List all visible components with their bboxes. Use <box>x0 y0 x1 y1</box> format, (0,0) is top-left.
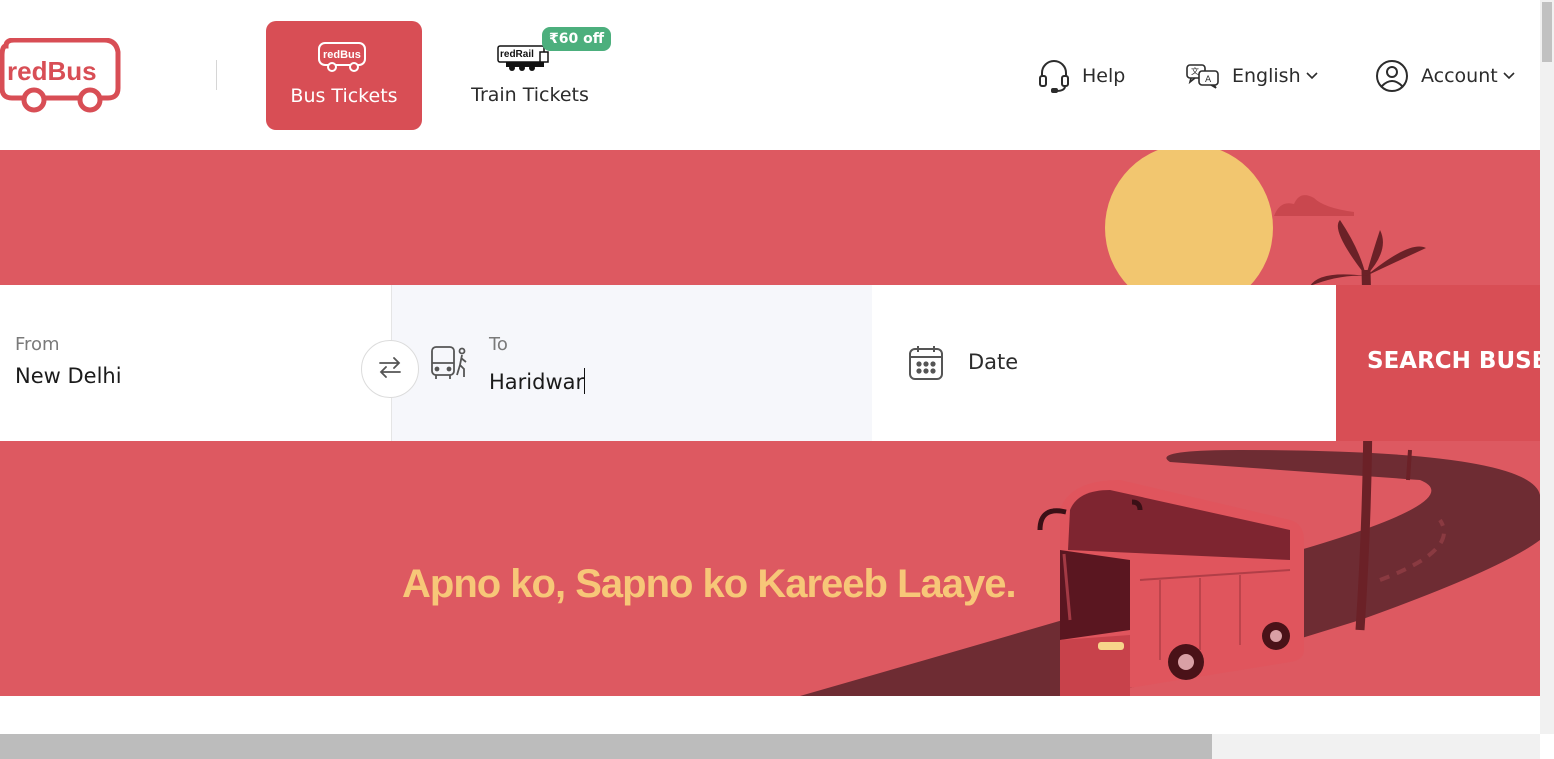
logo-text: redBus <box>7 56 97 86</box>
train-offer-badge: ₹60 off <box>542 27 612 51</box>
from-label: From <box>15 334 60 355</box>
to-field[interactable]: To Haridwar <box>391 285 873 441</box>
tab-bus-tickets[interactable]: redBus Bus Tickets <box>266 21 422 130</box>
tab-train-tickets-label: Train Tickets <box>471 84 589 106</box>
vertical-scrollbar[interactable] <box>1540 0 1554 734</box>
help-link[interactable]: Help <box>1038 56 1125 96</box>
svg-text:文: 文 <box>1191 66 1199 76</box>
header-divider <box>216 60 217 90</box>
user-circle-icon <box>1375 59 1409 93</box>
headset-icon <box>1038 59 1070 93</box>
language-label: English <box>1232 65 1301 87</box>
swap-arrows-icon <box>376 353 404 385</box>
vertical-scrollbar-thumb[interactable] <box>1542 2 1552 62</box>
to-label: To <box>489 334 508 355</box>
text-cursor <box>584 368 586 394</box>
horizontal-scrollbar[interactable] <box>0 734 1540 759</box>
redbus-bus-icon: redBus <box>316 41 372 73</box>
bus-search-form: From New Delhi To Haridwar Date SEARCH B… <box>0 285 1540 441</box>
language-selector[interactable]: A 文 English <box>1186 56 1319 96</box>
to-input-value: Haridwar <box>489 370 585 394</box>
tab-bus-tickets-label: Bus Tickets <box>290 85 398 107</box>
chevron-down-icon <box>1305 71 1319 81</box>
chevron-down-icon <box>1502 71 1516 81</box>
date-label: Date <box>968 350 1019 374</box>
svg-text:A: A <box>1205 75 1212 85</box>
to-input[interactable]: Haridwar <box>489 368 819 394</box>
svg-text:redRail: redRail <box>500 49 534 60</box>
date-picker-field[interactable]: Date <box>872 285 1336 441</box>
account-label: Account <box>1421 65 1498 87</box>
redbus-logo[interactable]: redBus <box>0 37 122 114</box>
account-menu[interactable]: Account <box>1375 56 1516 96</box>
top-header: redBus redBus Bus Tickets redRail ₹60 of… <box>0 0 1540 150</box>
calendar-icon <box>908 345 944 385</box>
search-buses-label: SEARCH BUSES <box>1367 348 1540 374</box>
help-label: Help <box>1082 65 1126 87</box>
horizontal-scrollbar-thumb[interactable] <box>0 734 1212 759</box>
search-buses-button[interactable]: SEARCH BUSES <box>1336 285 1540 441</box>
translate-icon: A 文 <box>1186 63 1220 89</box>
tab-train-tickets[interactable]: redRail ₹60 off Train Tickets <box>450 26 612 130</box>
cloud-illustration <box>1274 195 1354 216</box>
from-input[interactable]: New Delhi <box>15 364 345 388</box>
svg-text:redBus: redBus <box>323 49 361 61</box>
bus-illustration <box>1037 480 1304 696</box>
from-field[interactable]: From New Delhi <box>0 285 391 441</box>
swap-locations-button[interactable] <box>361 340 419 398</box>
banner-tagline: Apno ko, Sapno ko Kareeb Laaye. <box>402 562 1017 606</box>
bus-passenger-icon <box>430 345 470 385</box>
